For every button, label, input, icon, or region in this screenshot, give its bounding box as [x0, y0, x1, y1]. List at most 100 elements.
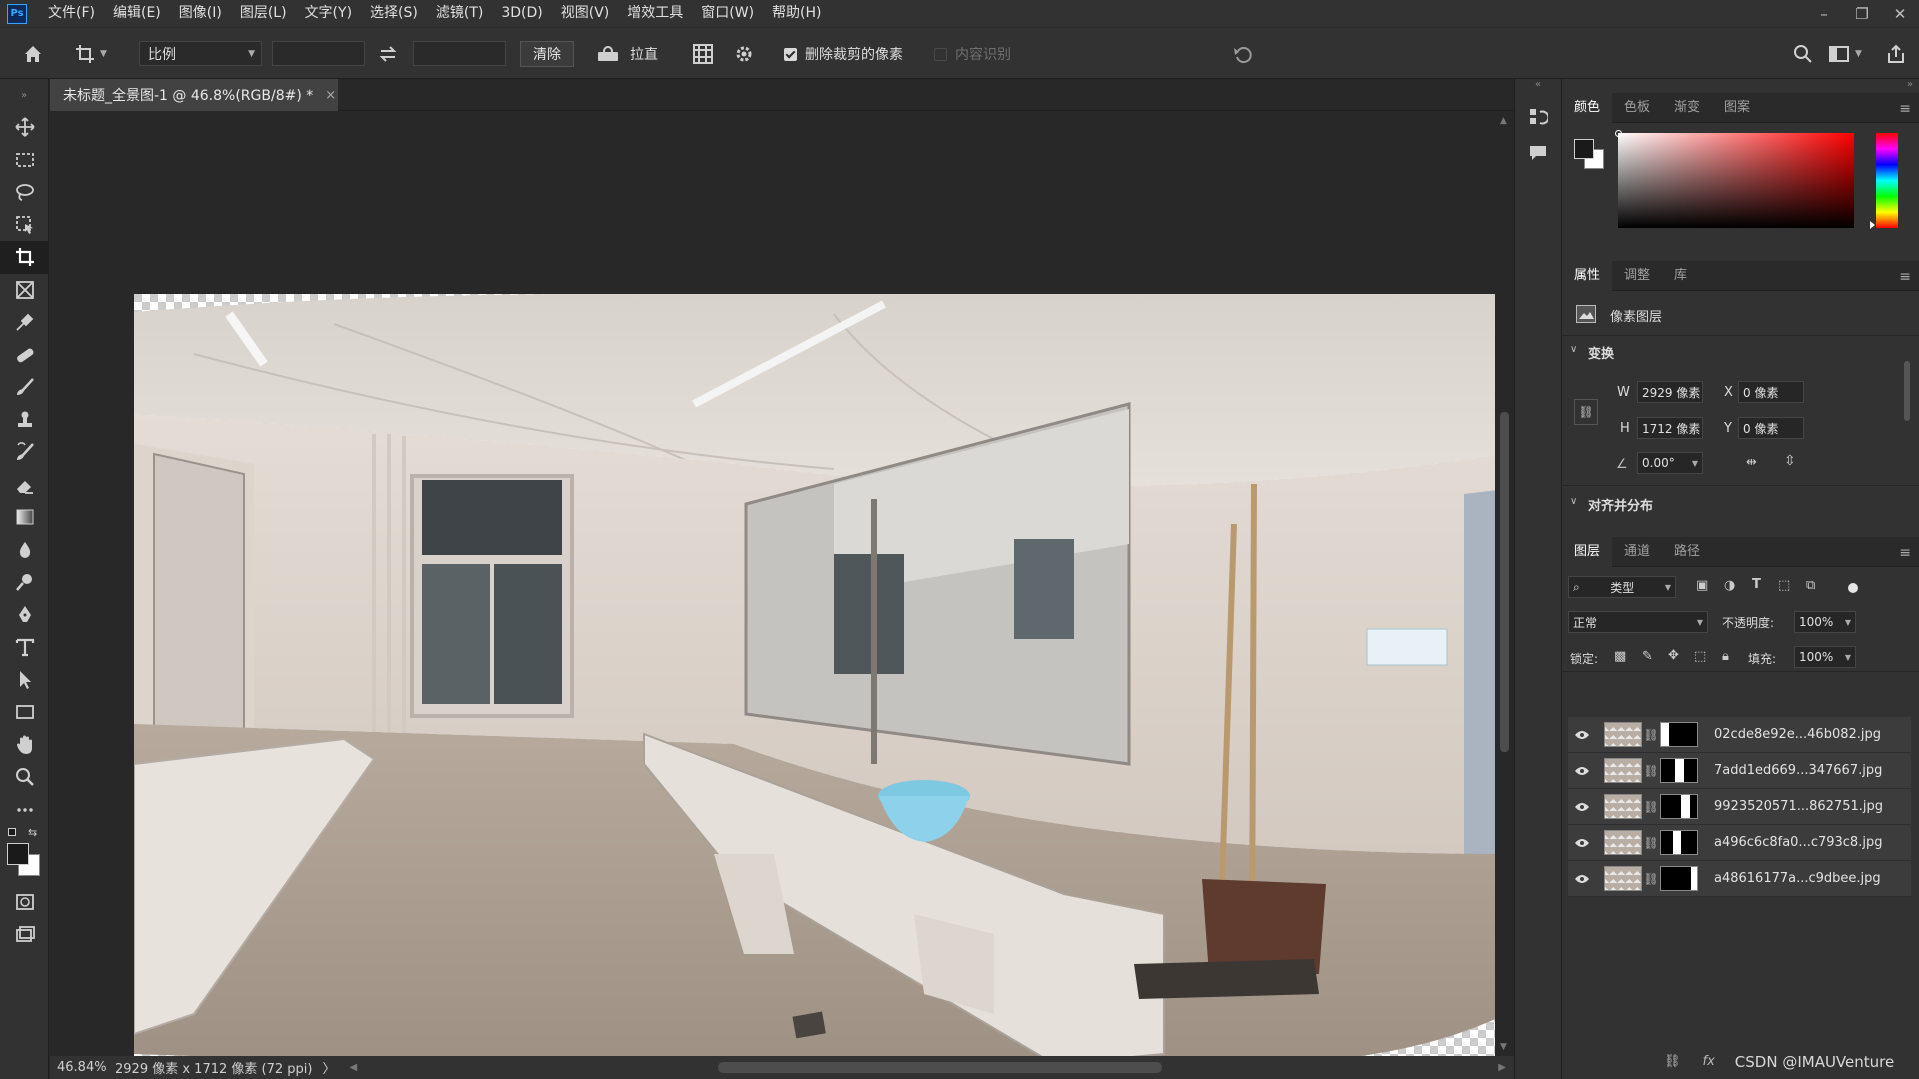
menu-layer[interactable]: 图层(L) [231, 0, 296, 27]
hand-tool[interactable] [0, 729, 49, 762]
share-button[interactable] [1886, 41, 1906, 67]
tab-color[interactable]: 颜色 [1562, 92, 1613, 123]
filter-adjustment-icon[interactable]: ◑ [1724, 578, 1735, 593]
layer-name[interactable]: a496c6c8fa0...c793c8.jpg [1714, 835, 1882, 850]
dodge-tool[interactable] [0, 566, 49, 599]
comments-panel-button[interactable] [1515, 135, 1561, 171]
scroll-right-icon[interactable]: ▶ [1498, 1062, 1506, 1073]
type-tool[interactable] [0, 631, 49, 664]
layer-name[interactable]: 7add1ed669...347667.jpg [1714, 763, 1882, 778]
layer-mask-thumbnail[interactable] [1660, 830, 1698, 855]
ratio-select[interactable]: 比例 ▼ [139, 41, 262, 66]
lock-transparent-icon[interactable]: ▩ [1614, 649, 1626, 664]
layer-row[interactable]: ⛓ 02cde8e92e...46b082.jpg [1568, 717, 1911, 753]
layer-mask-thumbnail[interactable] [1660, 866, 1698, 891]
tab-swatches[interactable]: 色板 [1612, 93, 1662, 123]
tab-channels[interactable]: 通道 [1612, 537, 1662, 567]
chevron-down-icon[interactable]: ▼ [1845, 618, 1851, 627]
foreground-color-swatch[interactable] [7, 843, 29, 865]
visibility-eye-icon[interactable] [1568, 874, 1596, 884]
quick-mask-button[interactable] [0, 886, 49, 919]
menu-select[interactable]: 选择(S) [361, 0, 427, 27]
fx-button[interactable]: fx [1703, 1054, 1715, 1069]
history-brush-tool[interactable] [0, 436, 49, 469]
visibility-eye-icon[interactable] [1568, 838, 1596, 848]
tab-adjustments[interactable]: 调整 [1612, 261, 1662, 291]
swap-colors-icon[interactable]: ⇆ [28, 826, 37, 839]
screen-mode-button[interactable] [0, 919, 49, 952]
tab-paths[interactable]: 路径 [1662, 537, 1712, 567]
panel-menu-icon[interactable]: ≡ [1899, 101, 1911, 117]
menu-view[interactable]: 视图(V) [552, 0, 619, 27]
more-tools-button[interactable] [0, 794, 49, 827]
link-dimensions-icon[interactable]: ⛓ [1574, 399, 1598, 425]
status-menu-arrow[interactable]: 〉 [322, 1058, 335, 1077]
menu-edit[interactable]: 编辑(E) [104, 0, 170, 27]
chevron-down-icon[interactable]: ▼ [1845, 653, 1851, 662]
width-ratio-input[interactable] [272, 41, 365, 66]
layer-row[interactable]: ⛓ a48616177a...c9dbee.jpg [1568, 861, 1911, 897]
reset-button[interactable] [1232, 41, 1254, 67]
collapse-icon[interactable]: « [1515, 79, 1561, 99]
properties-scroll-thumb[interactable] [1904, 361, 1910, 421]
default-colors-icon[interactable] [8, 828, 16, 836]
workspace-button[interactable]: ▼ [1829, 41, 1862, 67]
lock-pixels-icon[interactable]: ✎ [1642, 649, 1653, 664]
crop-settings-button[interactable] [734, 41, 754, 67]
fill-field[interactable]: 100% ▼ [1794, 646, 1856, 668]
lock-artboard-icon[interactable]: ⬚ [1694, 649, 1706, 664]
lock-all-icon[interactable]: 🔒︎ [1722, 649, 1729, 664]
crop-preset-button[interactable]: ▼ [74, 41, 107, 67]
blur-tool[interactable] [0, 534, 49, 567]
delete-cropped-checkbox[interactable]: 删除裁剪的像素 [784, 41, 903, 67]
chevron-down-icon[interactable]: ∨ [1570, 496, 1577, 507]
brush-tool[interactable] [0, 371, 49, 404]
menu-image[interactable]: 图像(I) [170, 0, 231, 27]
menu-help[interactable]: 帮助(H) [763, 0, 830, 27]
layer-name[interactable]: 9923520571...862751.jpg [1714, 799, 1883, 814]
gradient-tool[interactable] [0, 501, 49, 534]
filter-type-icon[interactable]: T [1752, 577, 1761, 592]
blend-mode-select[interactable]: 正常 ▼ [1568, 611, 1708, 633]
layer-name[interactable]: 02cde8e92e...46b082.jpg [1714, 727, 1881, 742]
search-button[interactable] [1793, 41, 1813, 67]
panel-menu-icon[interactable]: ≡ [1899, 545, 1911, 561]
canvas-area[interactable] [50, 112, 1506, 1079]
content-aware-checkbox[interactable]: 内容识别 [934, 41, 1011, 67]
tab-gradients[interactable]: 渐变 [1662, 93, 1712, 123]
document-canvas[interactable] [134, 294, 1506, 1079]
zoom-level[interactable]: 46.84% [57, 1060, 107, 1075]
restore-button[interactable]: ❐ [1843, 0, 1881, 27]
menu-file[interactable]: 文件(F) [39, 0, 104, 27]
healing-brush-tool[interactable] [0, 339, 49, 372]
shape-tool[interactable] [0, 696, 49, 729]
chevron-down-icon[interactable]: ∨ [1570, 344, 1577, 355]
collapse-icon[interactable]: » [0, 79, 48, 111]
tab-libraries[interactable]: 库 [1662, 261, 1699, 291]
document-tab[interactable]: 未标题_全景图-1 @ 46.8%(RGB/8#) * × [50, 79, 338, 111]
flip-vertical-icon[interactable]: ⇳ [1784, 453, 1796, 469]
object-select-tool[interactable] [0, 209, 49, 242]
crop-tool[interactable] [0, 241, 49, 274]
tab-properties[interactable]: 属性 [1562, 260, 1613, 291]
foreground-color-swatch[interactable] [1574, 139, 1594, 159]
mask-link-icon[interactable]: ⛓ [1642, 764, 1660, 778]
menu-window[interactable]: 窗口(W) [692, 0, 763, 27]
zoom-tool[interactable] [0, 761, 49, 794]
color-picker-marker[interactable] [1615, 130, 1622, 137]
visibility-eye-icon[interactable] [1568, 802, 1596, 812]
mask-link-icon[interactable]: ⛓ [1642, 800, 1660, 814]
mask-link-icon[interactable]: ⛓ [1642, 728, 1660, 742]
eraser-tool[interactable] [0, 469, 49, 502]
mask-link-icon[interactable]: ⛓ [1642, 836, 1660, 850]
lock-position-icon[interactable]: ✥ [1668, 648, 1679, 663]
horizontal-scroll-thumb[interactable] [718, 1062, 1162, 1073]
overlay-grid-button[interactable] [692, 41, 714, 67]
close-button[interactable]: ✕ [1881, 0, 1919, 27]
scroll-left-icon[interactable]: ◀ [349, 1062, 357, 1073]
pen-tool[interactable] [0, 599, 49, 632]
hue-slider-marker[interactable] [1870, 221, 1875, 229]
history-panel-button[interactable] [1515, 99, 1561, 135]
x-field[interactable]: 0 像素 [1738, 381, 1804, 403]
move-tool[interactable] [0, 111, 49, 144]
